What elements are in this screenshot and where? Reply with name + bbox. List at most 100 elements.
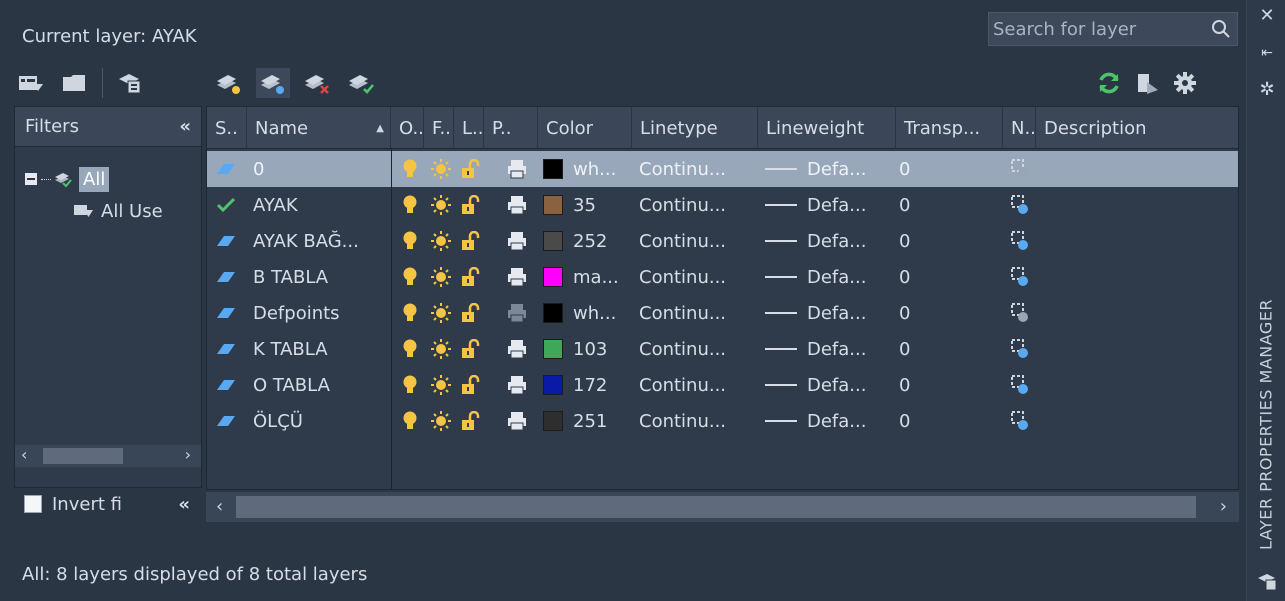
layer-linetype[interactable]: Continu... (639, 367, 759, 403)
search-input[interactable]: Search for layer (988, 12, 1238, 46)
layer-color[interactable]: 252 (543, 223, 633, 259)
layer-name[interactable]: 0 (253, 151, 389, 187)
layer-states-manager-button[interactable] (113, 68, 147, 98)
layer-color[interactable]: ma... (543, 259, 633, 295)
tree-collapse-icon[interactable] (25, 173, 37, 185)
printer-icon[interactable] (505, 151, 529, 187)
layer-linetype[interactable]: Continu... (639, 223, 759, 259)
layer-color[interactable]: 251 (543, 403, 633, 439)
tree-node-all-used[interactable]: All Use (25, 195, 163, 227)
layer-name[interactable]: K TABLA (253, 331, 389, 367)
refresh-button[interactable] (1092, 68, 1126, 98)
new-vp-freeze-icon[interactable] (1007, 223, 1033, 259)
sun-icon[interactable] (429, 259, 453, 295)
light-bulb-icon[interactable] (399, 223, 421, 259)
layer-description[interactable] (1043, 223, 1233, 259)
new-vp-freeze-icon[interactable] (1007, 367, 1033, 403)
layer-name[interactable]: Defpoints (253, 295, 389, 331)
lock-icon[interactable] (459, 295, 481, 331)
layer-lineweight[interactable]: Defa... (765, 295, 895, 331)
sun-icon[interactable] (429, 367, 453, 403)
layer-states-icon[interactable] (1255, 570, 1279, 592)
layer-row[interactable]: B TABLA ma... Continu... Defa... 0 (207, 259, 1238, 295)
layer-row[interactable]: O TABLA 172 Continu... Defa... 0 (207, 367, 1238, 403)
layer-transparency[interactable]: 0 (899, 259, 999, 295)
column-header-3[interactable]: O.. (391, 107, 424, 149)
layer-color[interactable]: 172 (543, 367, 633, 403)
layer-transparency[interactable]: 0 (899, 151, 999, 187)
printer-icon[interactable] (505, 259, 529, 295)
settings-button[interactable] (1168, 68, 1202, 98)
layer-description[interactable] (1043, 295, 1233, 331)
layer-color[interactable]: 35 (543, 187, 633, 223)
column-header-6[interactable]: P.. (484, 107, 538, 149)
layer-row[interactable]: AYAK 35 Continu... Defa... 0 (207, 187, 1238, 223)
layer-description[interactable] (1043, 403, 1233, 439)
light-bulb-icon[interactable] (399, 331, 421, 367)
layer-row[interactable]: AYAK BAĞ... 252 Continu... Defa... 0 (207, 223, 1238, 259)
filters-scroll-thumb[interactable] (43, 448, 123, 464)
layer-transparency[interactable]: 0 (899, 367, 999, 403)
column-header-1[interactable]: S.. (207, 107, 247, 149)
layer-linetype[interactable]: Continu... (639, 331, 759, 367)
light-bulb-icon[interactable] (399, 403, 421, 439)
sun-icon[interactable] (429, 331, 453, 367)
light-bulb-icon[interactable] (399, 187, 421, 223)
layer-linetype[interactable]: Continu... (639, 259, 759, 295)
delete-layer-button[interactable] (300, 68, 334, 98)
printer-icon[interactable] (505, 223, 529, 259)
light-bulb-icon[interactable] (399, 259, 421, 295)
printer-icon[interactable] (505, 367, 529, 403)
lock-icon[interactable] (459, 403, 481, 439)
layer-row[interactable]: 0 wh... Continu... Defa... 0 (207, 151, 1238, 187)
layer-transparency[interactable]: 0 (899, 223, 999, 259)
layer-row[interactable]: ÖLÇÜ 251 Continu... Defa... 0 (207, 403, 1238, 439)
layer-lineweight[interactable]: Defa... (765, 259, 895, 295)
column-header-7[interactable]: Color (538, 107, 632, 149)
light-bulb-icon[interactable] (399, 295, 421, 331)
column-header-11[interactable]: N.. (1003, 107, 1036, 149)
sun-icon[interactable] (429, 187, 453, 223)
invert-filter-checkbox[interactable] (24, 495, 42, 513)
lock-icon[interactable] (459, 331, 481, 367)
layer-name[interactable]: ÖLÇÜ (253, 403, 389, 439)
lock-icon[interactable] (459, 367, 481, 403)
layer-linetype[interactable]: Continu... (639, 151, 759, 187)
tree-node-all[interactable]: All (25, 163, 163, 195)
close-icon[interactable]: ✕ (1255, 4, 1279, 26)
layer-lineweight[interactable]: Defa... (765, 151, 895, 187)
grid-scroll-thumb[interactable] (236, 496, 1196, 518)
layer-transparency[interactable]: 0 (899, 295, 999, 331)
layer-lineweight[interactable]: Defa... (765, 187, 895, 223)
grid-hscrollbar[interactable]: ‹ › (206, 492, 1239, 522)
layer-name[interactable]: B TABLA (253, 259, 389, 295)
column-header-10[interactable]: Transp... (896, 107, 1003, 149)
layer-linetype[interactable]: Continu... (639, 295, 759, 331)
lock-icon[interactable] (459, 223, 481, 259)
layer-lineweight[interactable]: Defa... (765, 403, 895, 439)
column-header-4[interactable]: F.. (424, 107, 454, 149)
collapse-panel-button[interactable]: « (178, 494, 190, 515)
scroll-right-icon[interactable]: › (185, 445, 191, 464)
layer-transparency[interactable]: 0 (899, 187, 999, 223)
sun-icon[interactable] (429, 403, 453, 439)
light-bulb-icon[interactable] (399, 151, 421, 187)
sun-icon[interactable] (429, 151, 453, 187)
scroll-left-icon[interactable]: ‹ (216, 496, 223, 517)
lock-icon[interactable] (459, 259, 481, 295)
new-vp-freeze-icon[interactable] (1007, 295, 1033, 331)
new-vp-freeze-icon[interactable] (1007, 151, 1033, 187)
new-vp-freeze-icon[interactable] (1007, 331, 1033, 367)
new-vp-freeze-icon[interactable] (1007, 187, 1033, 223)
light-bulb-icon[interactable] (399, 367, 421, 403)
printer-icon[interactable] (505, 187, 529, 223)
new-property-filter-button[interactable] (14, 68, 48, 98)
column-header-5[interactable]: L.. (454, 107, 484, 149)
new-vp-freeze-icon[interactable] (1007, 259, 1033, 295)
column-header-8[interactable]: Linetype (632, 107, 758, 149)
layer-transparency[interactable]: 0 (899, 403, 999, 439)
scroll-left-icon[interactable]: ‹ (21, 445, 27, 464)
layer-linetype[interactable]: Continu... (639, 403, 759, 439)
collapse-filters-button[interactable]: « (179, 116, 191, 137)
layer-row[interactable]: Defpoints wh... Continu... Defa... 0 (207, 295, 1238, 331)
